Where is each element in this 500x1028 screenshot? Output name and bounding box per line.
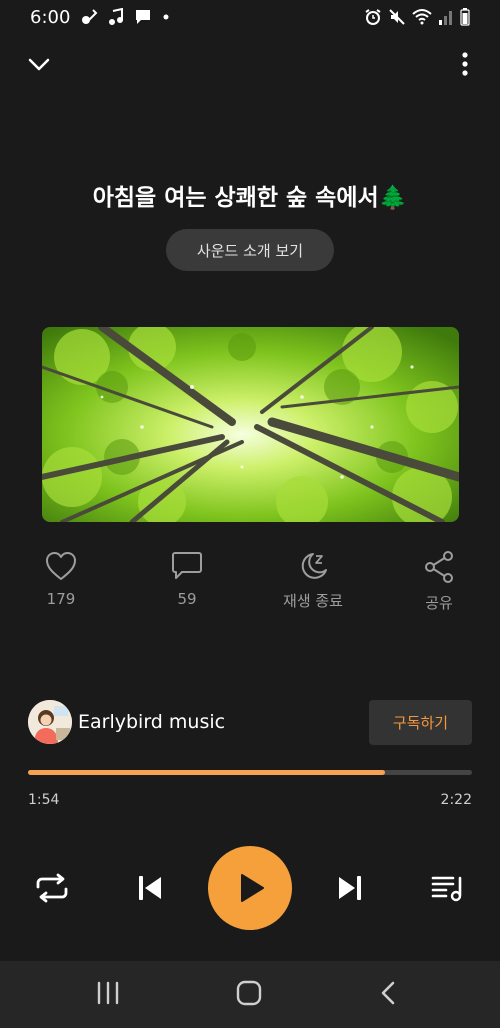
home-button[interactable] <box>236 980 262 1010</box>
previous-button[interactable] <box>128 868 172 908</box>
like-count: 179 <box>46 590 76 608</box>
total-time: 2:22 <box>440 792 472 808</box>
message-icon <box>136 10 150 24</box>
current-time: 1:54 <box>28 792 60 808</box>
subscribe-button[interactable]: 구독하기 <box>369 700 472 745</box>
share-label: 공유 <box>425 594 453 612</box>
next-button[interactable] <box>328 868 372 908</box>
guitar-notification-icon <box>82 9 98 24</box>
channel-row: Earlybird music 구독하기 <box>0 700 500 746</box>
share-icon <box>425 551 453 583</box>
skip-next-icon <box>339 876 361 900</box>
back-button[interactable] <box>378 980 398 1010</box>
comment-icon <box>172 552 202 579</box>
recent-apps-button[interactable] <box>96 980 120 1010</box>
mute-icon <box>389 9 405 25</box>
repeat-button[interactable] <box>30 868 74 908</box>
status-bar: 6:00 <box>0 0 500 36</box>
skip-previous-icon <box>139 876 161 900</box>
alarm-icon <box>365 9 381 25</box>
playlist-music-icon <box>431 876 462 902</box>
like-button[interactable]: 179 <box>11 550 111 608</box>
channel-name[interactable]: Earlybird music <box>78 711 225 733</box>
more-vert-icon <box>462 52 468 76</box>
play-button[interactable] <box>208 846 292 930</box>
track-actions: 179 59 재생 종료 공유 <box>0 550 500 620</box>
recent-apps-icon <box>97 981 119 1005</box>
heart-icon <box>46 552 76 580</box>
music-note-icon <box>109 8 123 25</box>
sleep-timer-label: 재생 종료 <box>283 592 343 610</box>
playlist-button[interactable] <box>426 868 470 908</box>
repeat-icon <box>36 873 68 903</box>
home-icon <box>236 980 262 1006</box>
forest-canopy-image <box>42 327 459 522</box>
back-icon <box>381 981 395 1005</box>
more-options-button[interactable] <box>460 52 470 76</box>
dot-icon <box>163 14 169 20</box>
avatar-illustration <box>28 700 72 744</box>
status-time: 6:00 <box>30 7 71 28</box>
sound-intro-button[interactable]: 사운드 소개 보기 <box>166 229 334 271</box>
wifi-icon <box>412 9 432 25</box>
sleep-timer-button[interactable]: 재생 종료 <box>263 550 363 611</box>
moon-zz-icon <box>301 553 327 579</box>
system-nav-bar <box>0 961 500 1028</box>
share-button[interactable]: 공유 <box>389 550 489 613</box>
channel-avatar[interactable] <box>28 700 72 744</box>
track-title: 아침을 여는 상쾌한 숲 속에서🌲 <box>92 185 408 211</box>
progress-bar[interactable] <box>28 770 472 775</box>
battery-icon <box>460 8 470 26</box>
signal-icon <box>439 11 452 25</box>
playback-controls <box>0 846 500 930</box>
play-icon <box>241 874 264 902</box>
chevron-down-icon <box>28 58 50 71</box>
comment-count: 59 <box>177 590 197 608</box>
collapse-button[interactable] <box>26 52 52 76</box>
status-right-icons <box>364 8 470 26</box>
status-left-icons <box>80 8 170 26</box>
progress-fill <box>28 770 385 775</box>
comment-button[interactable]: 59 <box>137 550 237 608</box>
album-artwork <box>42 327 459 522</box>
